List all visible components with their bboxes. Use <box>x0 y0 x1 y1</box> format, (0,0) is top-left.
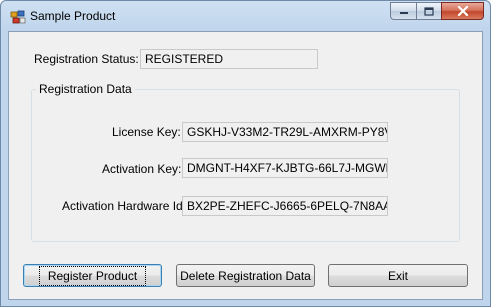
registration-status-field[interactable]: REGISTERED <box>140 49 318 69</box>
exit-button[interactable]: Exit <box>328 264 468 287</box>
close-icon <box>457 6 468 16</box>
hardware-id-field[interactable]: BX2PE-ZHEFC-J6665-6PELQ-7N8AA <box>182 196 388 216</box>
license-key-label: License Key: <box>112 125 181 139</box>
activation-key-label: Activation Key: <box>102 162 182 176</box>
registration-data-title: Registration Data <box>36 82 135 96</box>
app-icon[interactable] <box>10 9 26 25</box>
close-button[interactable] <box>441 2 484 20</box>
window-title: Sample Product <box>30 9 116 23</box>
minimize-button[interactable] <box>390 2 416 20</box>
register-product-label: Register Product <box>38 265 147 286</box>
caption-buttons <box>390 2 484 21</box>
maximize-button[interactable] <box>416 2 441 20</box>
exit-label: Exit <box>387 268 408 283</box>
minimize-icon <box>399 12 408 14</box>
registration-status-label: Registration Status: <box>34 52 139 66</box>
maximize-icon <box>424 6 434 16</box>
license-key-field[interactable]: GSKHJ-V33M2-TR29L-AMXRM-PY8VN <box>182 122 388 142</box>
title-bar[interactable]: Sample Product <box>1 1 490 31</box>
delete-registration-button[interactable]: Delete Registration Data <box>176 264 315 287</box>
main-window: Sample Product Registration Status: REGI… <box>0 0 491 307</box>
register-product-button[interactable]: Register Product <box>23 264 162 287</box>
delete-registration-label: Delete Registration Data <box>180 268 311 283</box>
hardware-id-label: Activation Hardware Id: <box>62 199 187 213</box>
activation-key-field[interactable]: DMGNT-H4XF7-KJBTG-66L7J-MGWHR <box>182 158 388 178</box>
